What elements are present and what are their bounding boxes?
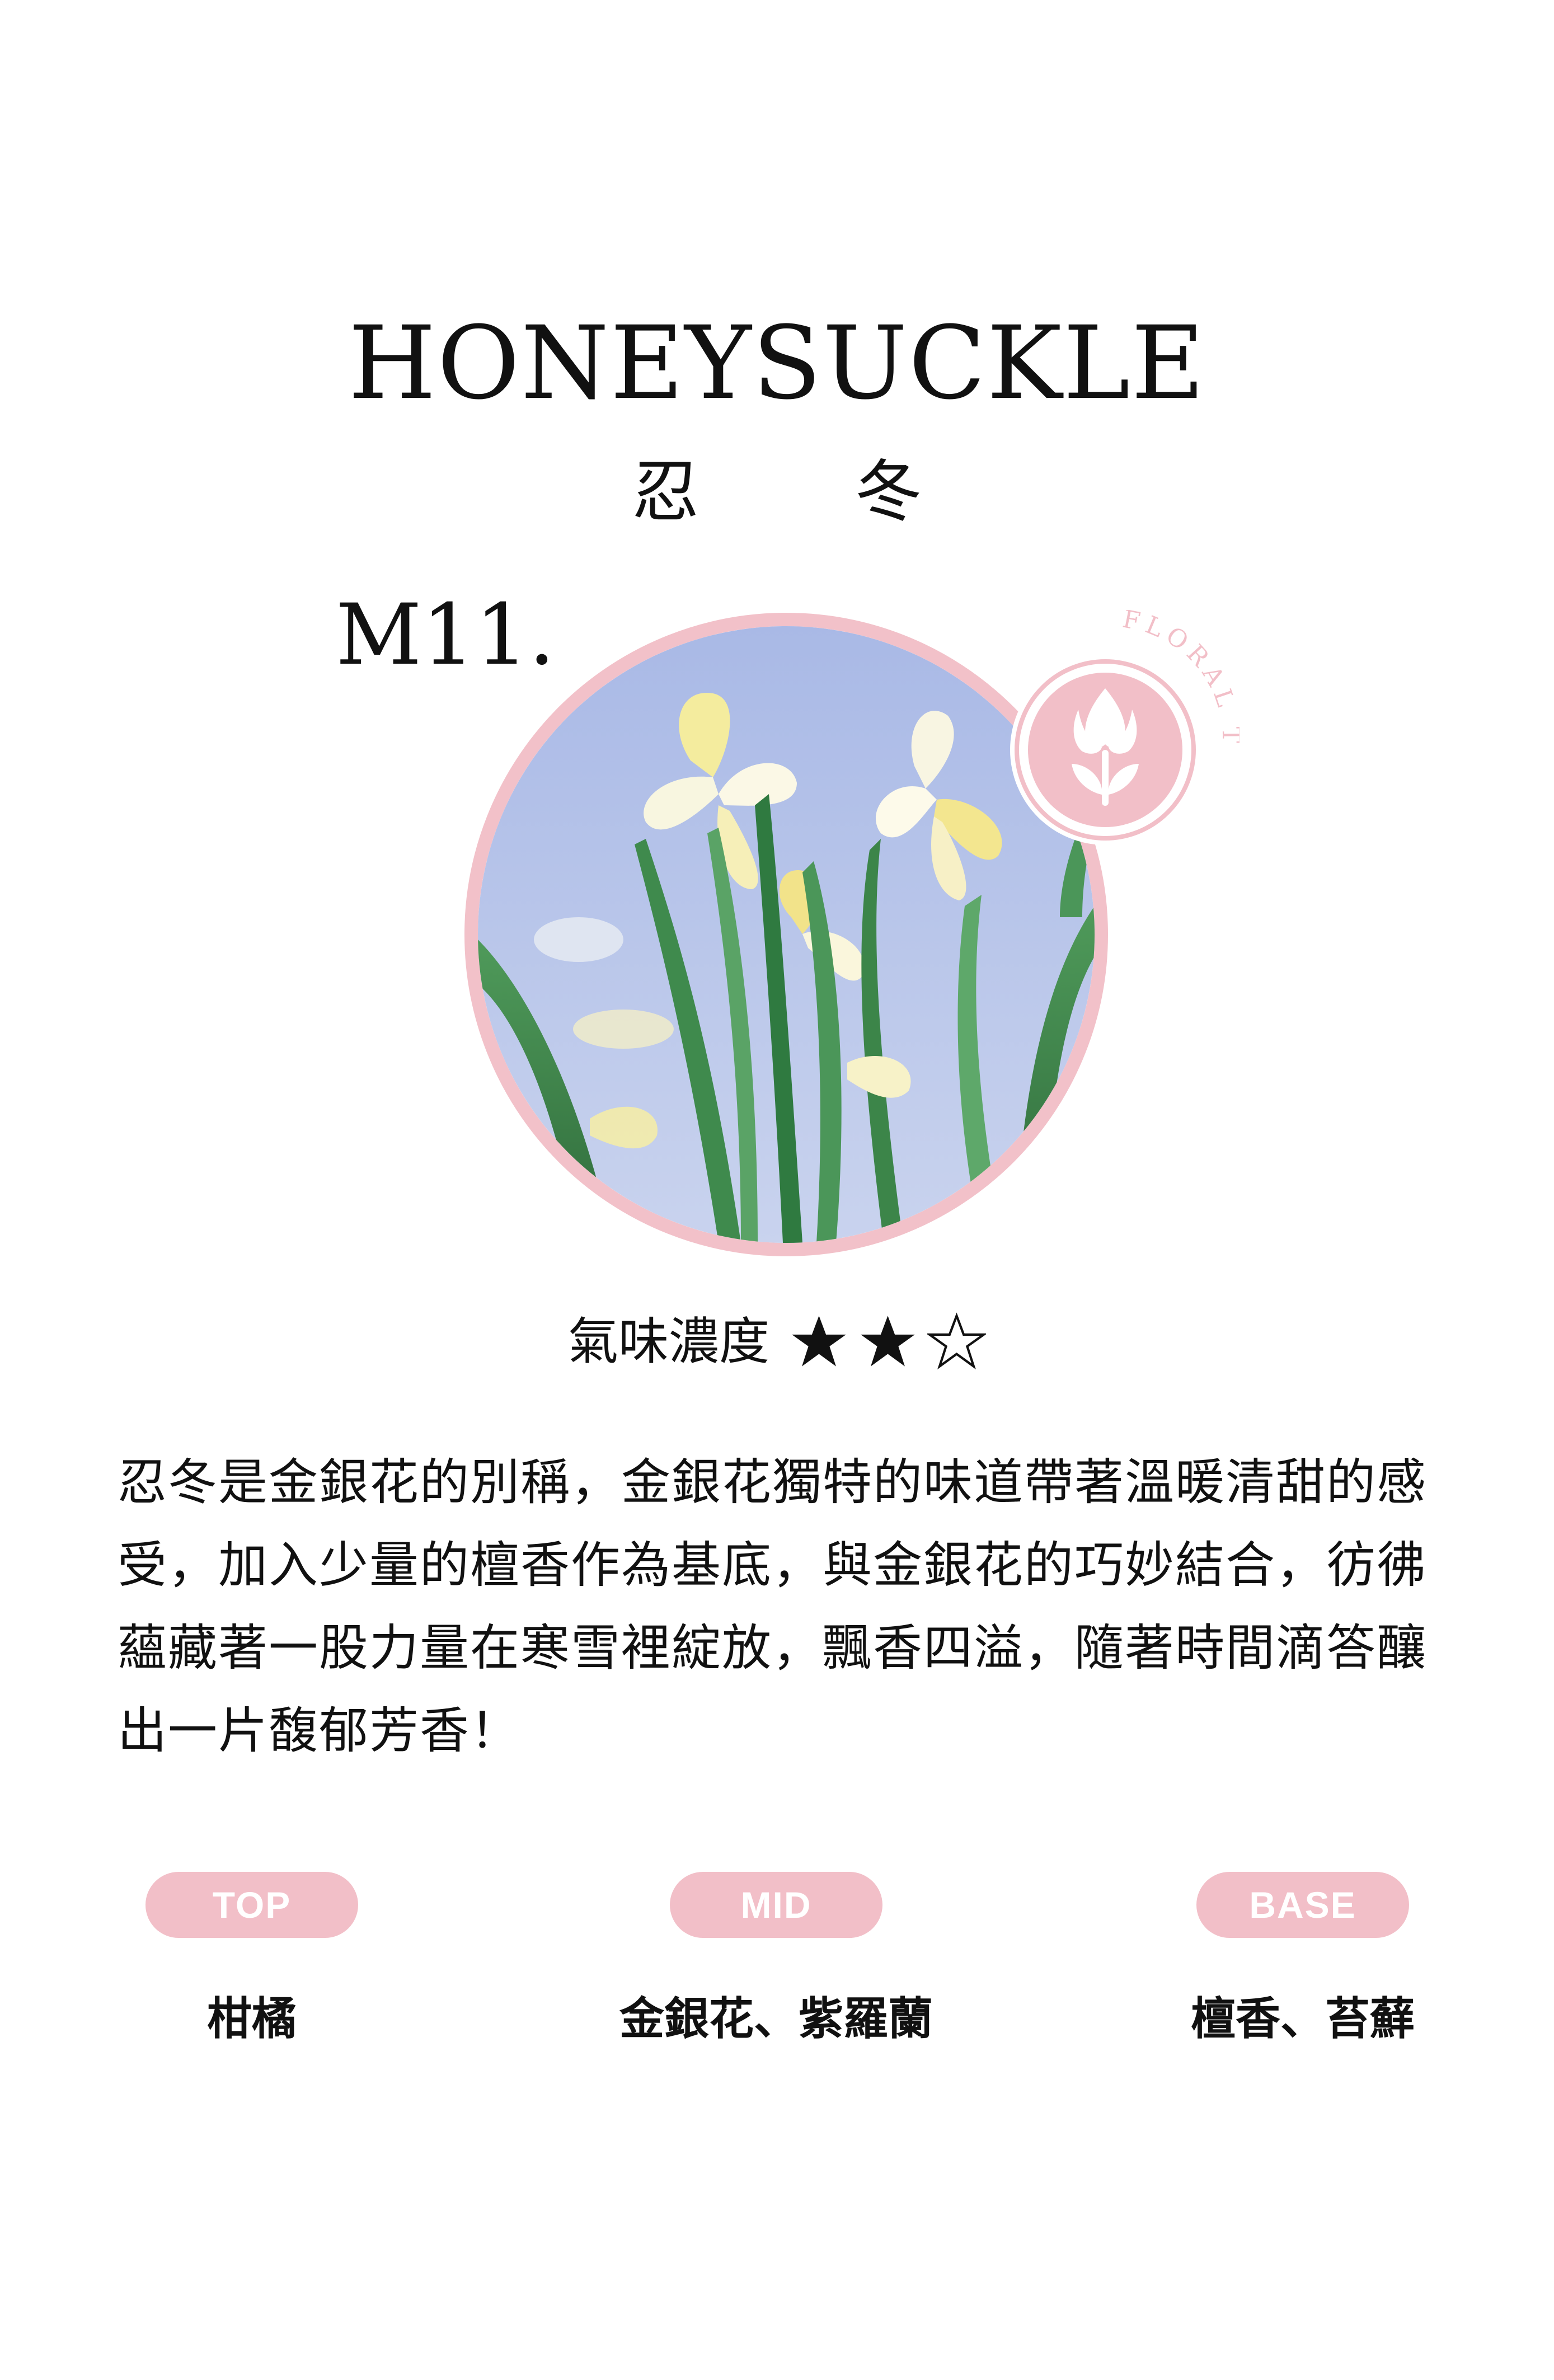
floral-type-badge: FLORAL TYPE xyxy=(970,588,1240,867)
product-code: M11. xyxy=(336,586,556,684)
top-note-pill: TOP xyxy=(145,1872,358,1938)
top-note: TOP 柑橘 xyxy=(145,1872,358,2048)
star-rating xyxy=(790,1312,986,1371)
mid-note-value: 金銀花、紫羅蘭 xyxy=(619,1993,933,2045)
star-filled-icon xyxy=(792,1316,846,1367)
mid-note-pill: MID xyxy=(670,1872,882,1938)
base-note: BASE 檀香、苔蘚 xyxy=(1191,1872,1415,2048)
star-filled-icon xyxy=(861,1316,915,1367)
base-note-value: 檀香、苔蘚 xyxy=(1191,1993,1415,2045)
scent-strength-label: 氣味濃度 xyxy=(568,1312,769,1371)
base-note-pill: BASE xyxy=(1196,1872,1409,1938)
scent-strength: 氣味濃度 xyxy=(0,1312,1554,1371)
top-note-value: 柑橘 xyxy=(207,1993,297,2045)
product-description: 忍冬是金銀花的別稱，金銀花獨特的味道帶著溫暖清甜的感受，加入少量的檀香作為基底，… xyxy=(118,1453,1428,1759)
product-chinese-name: 忍 冬 xyxy=(632,453,989,531)
product-title: HONEYSUCKLE xyxy=(348,305,1206,422)
mid-note: MID 金銀花、紫羅蘭 xyxy=(619,1872,933,2048)
star-outline-icon xyxy=(927,1312,986,1370)
